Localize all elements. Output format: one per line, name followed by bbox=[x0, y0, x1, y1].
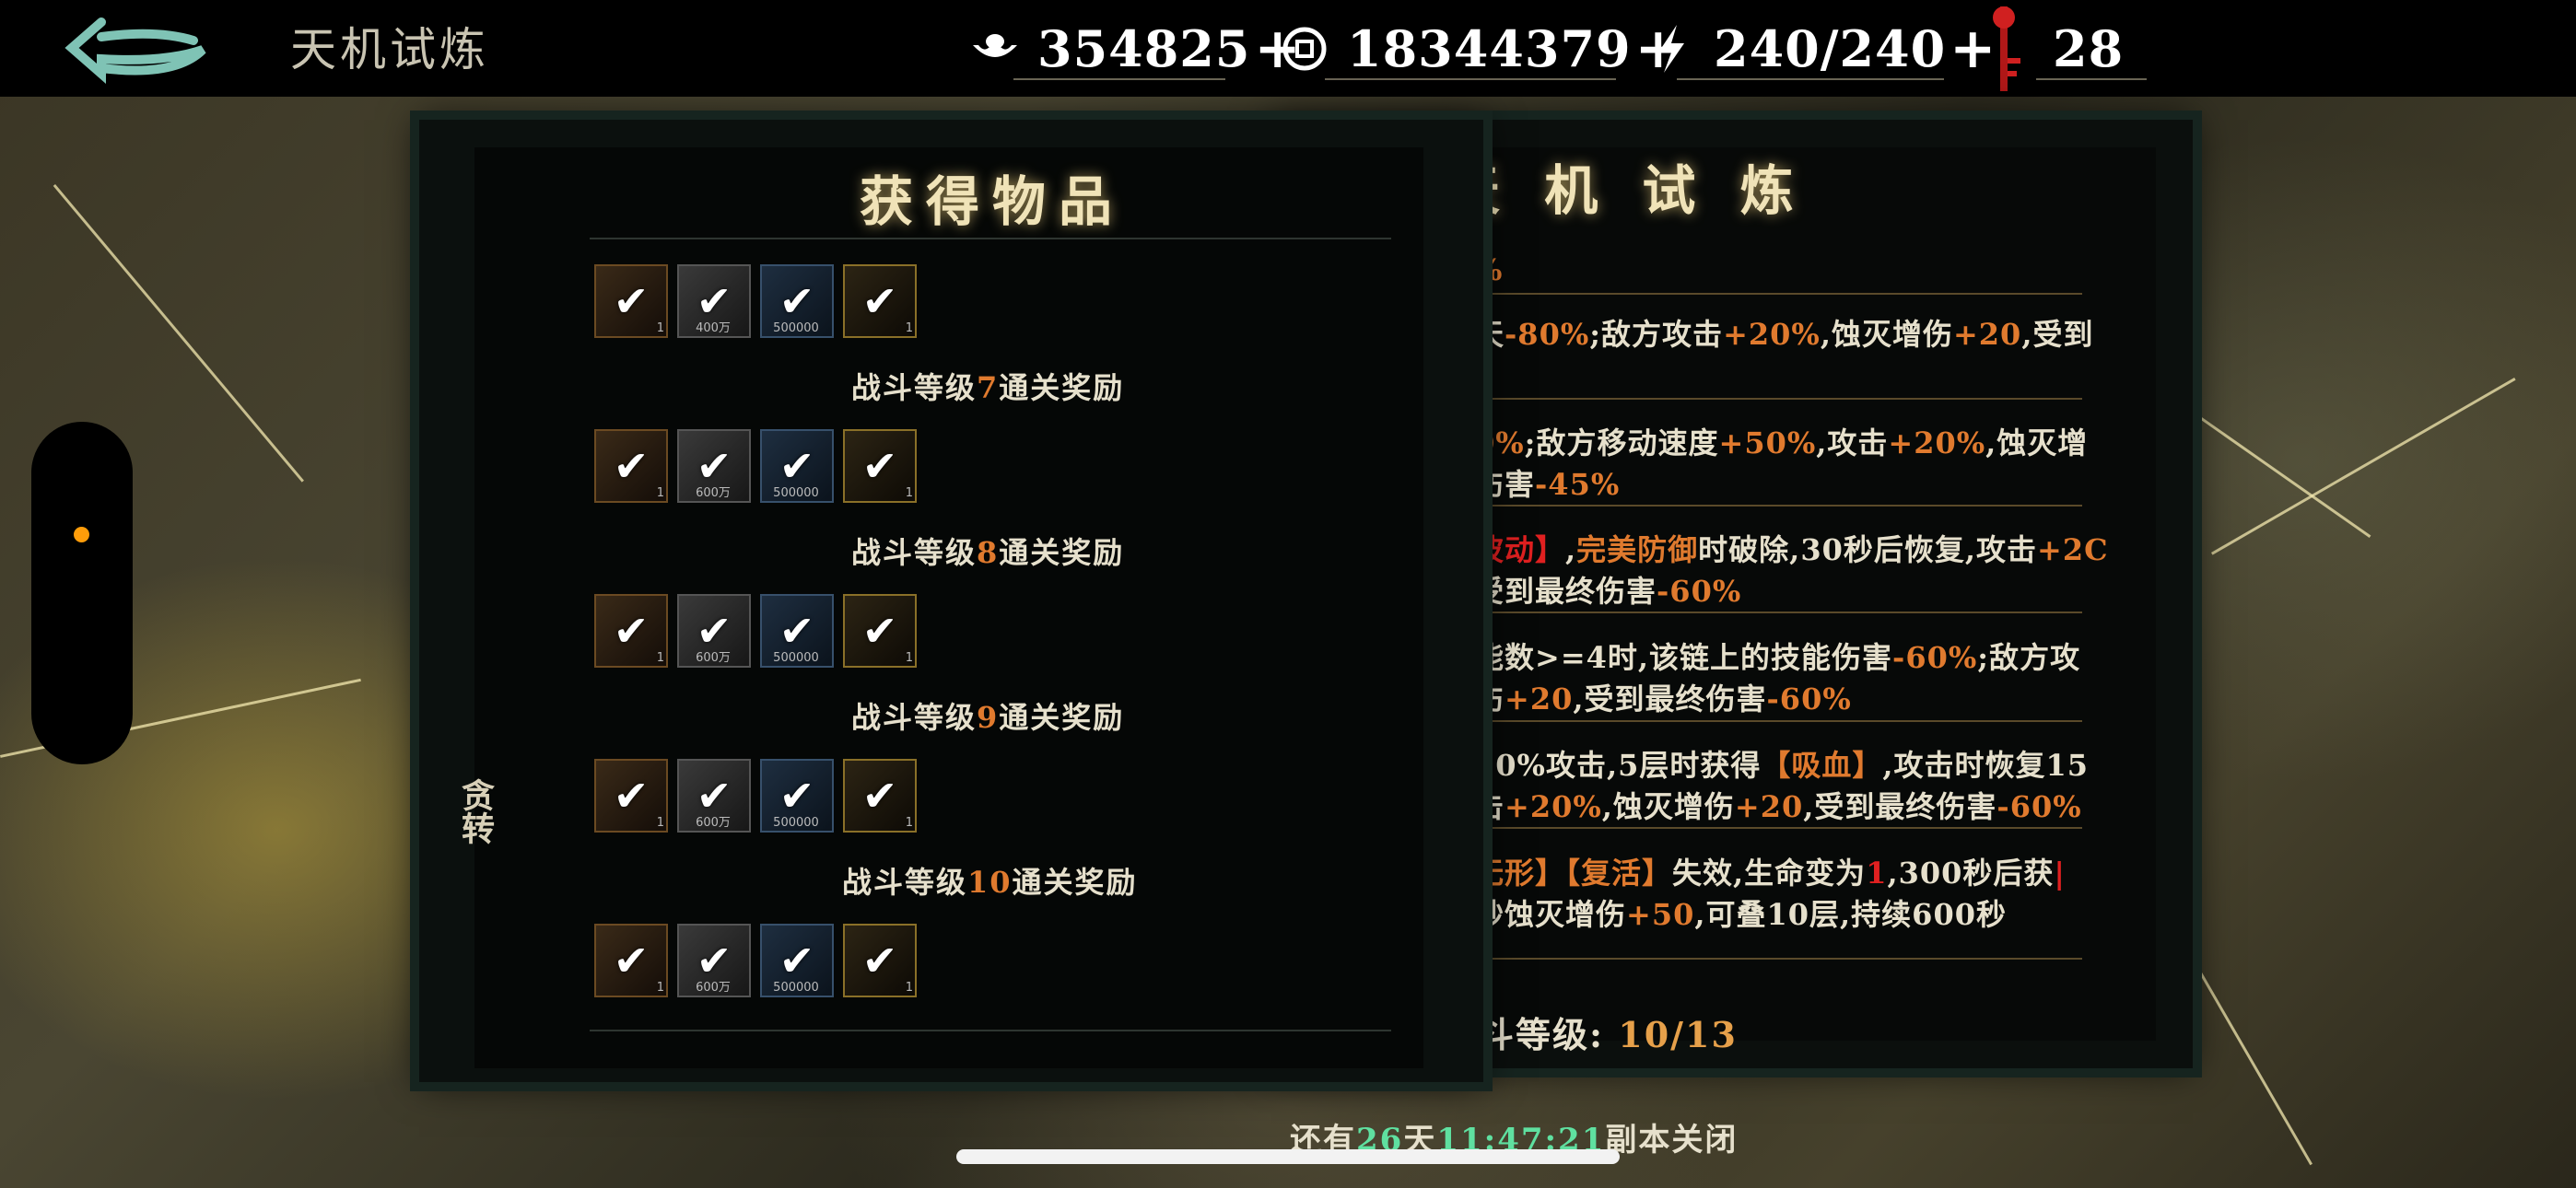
reward-item[interactable]: ✔ 500000 bbox=[760, 264, 834, 338]
check-icon: ✔ bbox=[696, 441, 732, 491]
back-arrow-icon bbox=[64, 17, 206, 85]
trial-rule-text: 无形】【复活】失效,生命变为1,300秒后获| bbox=[1474, 856, 2067, 891]
reward-group-label: 战斗等级8通关奖励 bbox=[851, 535, 1125, 570]
check-icon: ✔ bbox=[861, 936, 898, 985]
reward-item[interactable]: ✔ 1 bbox=[594, 429, 668, 503]
battle-level: 斗等级: 10/13 bbox=[1479, 1014, 1738, 1055]
reward-item[interactable]: ✔ 600万 bbox=[677, 759, 751, 833]
trial-rule-text: 天-80%;敌方攻击+20%,蚀灭增伤+20,受到 bbox=[1474, 317, 2094, 352]
divider bbox=[1325, 78, 1616, 80]
divider bbox=[2036, 78, 2147, 80]
check-icon: ✔ bbox=[696, 606, 732, 656]
key-value: 28 bbox=[2053, 19, 2125, 78]
reward-item[interactable]: ✔ 400万 bbox=[677, 264, 751, 338]
reward-item-row: ✔ 1 ✔ 600万 ✔ 500000 ✔ 1 bbox=[594, 594, 917, 668]
check-icon: ✔ bbox=[696, 771, 732, 821]
reward-item[interactable]: ✔ 1 bbox=[843, 594, 917, 668]
reward-item-row: ✔ 1 ✔ 600万 ✔ 500000 ✔ 1 bbox=[594, 924, 917, 997]
reward-item[interactable]: ✔ 1 bbox=[594, 264, 668, 338]
check-icon: ✔ bbox=[779, 606, 815, 656]
reward-item[interactable]: ✔ 1 bbox=[843, 429, 917, 503]
check-icon: ✔ bbox=[613, 441, 650, 491]
page-title: 天机试炼 bbox=[290, 23, 489, 76]
divider bbox=[1474, 958, 2082, 960]
trial-rule-text: 20%攻击,5层时获得【吸血】,攻击时恢复15 bbox=[1474, 748, 2090, 783]
reward-item-row: ✔ 1 ✔ 600万 ✔ 500000 ✔ 1 bbox=[594, 429, 917, 503]
reward-item[interactable]: ✔ 1 bbox=[843, 759, 917, 833]
indicator-dot-icon bbox=[74, 527, 89, 542]
reward-item[interactable]: ✔ 600万 bbox=[677, 924, 751, 997]
reward-group-label: 战斗等级7通关奖励 bbox=[851, 370, 1125, 405]
check-icon: ✔ bbox=[861, 771, 898, 821]
reward-group-label: 战斗等级10通关奖励 bbox=[842, 865, 1138, 900]
trial-panel-title: 天 机 试 炼 bbox=[1446, 159, 1807, 222]
side-assistive-pill[interactable] bbox=[31, 422, 133, 764]
reward-group-label: 战斗等级9通关奖励 bbox=[851, 700, 1125, 735]
divider bbox=[1474, 720, 2082, 722]
reward-item-row: ✔ 1 ✔ 600万 ✔ 500000 ✔ 1 bbox=[594, 759, 917, 833]
trial-rule-text: 伤害-45% bbox=[1474, 467, 1621, 502]
silver-ingot-icon bbox=[969, 23, 1021, 75]
back-button[interactable] bbox=[64, 13, 212, 87]
silver-resource[interactable]: 354825 + bbox=[969, 17, 1301, 81]
reward-item[interactable]: ✔ 500000 bbox=[760, 594, 834, 668]
divider bbox=[1677, 78, 1944, 80]
rewards-panel bbox=[419, 120, 1483, 1082]
red-key-icon bbox=[1972, 3, 2036, 95]
reward-item[interactable]: ✔ 1 bbox=[594, 924, 668, 997]
energy-bolt-icon bbox=[1645, 23, 1697, 75]
check-icon: ✔ bbox=[613, 276, 650, 326]
reward-item[interactable]: ✔ 500000 bbox=[760, 759, 834, 833]
silver-value: 354825 bbox=[1037, 19, 1251, 78]
reward-item[interactable]: ✔ 1 bbox=[843, 924, 917, 997]
coin-value: 18344379 bbox=[1347, 19, 1632, 78]
divider bbox=[1474, 293, 2082, 295]
reward-item[interactable]: ✔ 1 bbox=[843, 264, 917, 338]
reward-item[interactable]: ✔ 1 bbox=[594, 594, 668, 668]
check-icon: ✔ bbox=[613, 936, 650, 985]
divider bbox=[1013, 78, 1225, 80]
trial-rule-text: 受到最终伤害-60% bbox=[1474, 574, 1742, 609]
copper-coin-icon bbox=[1279, 23, 1330, 75]
energy-value: 240/240 bbox=[1714, 19, 1947, 78]
top-bar: 天机试炼 354825 + 18344379 + 240/240 + 28 bbox=[0, 0, 2576, 97]
reward-item[interactable]: ✔ 600万 bbox=[677, 429, 751, 503]
trial-rule-text: 0%;敌方移动速度+50%,攻击+20%,蚀灭增 bbox=[1474, 425, 2089, 460]
home-indicator[interactable] bbox=[956, 1149, 1620, 1164]
check-icon: ✔ bbox=[779, 771, 815, 821]
trial-rule-text: 伤+20,受到最终伤害-60% bbox=[1474, 681, 1852, 716]
check-icon: ✔ bbox=[779, 276, 815, 326]
trial-rule-text: 波动】,完美防御时破除,30秒后恢复,攻击+2C bbox=[1474, 532, 2109, 567]
divider bbox=[590, 238, 1391, 239]
check-icon: ✔ bbox=[861, 441, 898, 491]
check-icon: ✔ bbox=[861, 276, 898, 326]
reward-item[interactable]: ✔ 1 bbox=[594, 759, 668, 833]
check-icon: ✔ bbox=[613, 606, 650, 656]
rewards-panel-title: 获得物品 bbox=[860, 170, 1126, 233]
check-icon: ✔ bbox=[861, 606, 898, 656]
energy-resource[interactable]: 240/240 + bbox=[1645, 17, 1996, 81]
reward-item[interactable]: ✔ 500000 bbox=[760, 924, 834, 997]
reward-item[interactable]: ✔ 600万 bbox=[677, 594, 751, 668]
divider bbox=[1474, 398, 2082, 400]
reward-item[interactable]: ✔ 500000 bbox=[760, 429, 834, 503]
check-icon: ✔ bbox=[696, 936, 732, 985]
partial-text: 贪转 bbox=[456, 778, 495, 844]
coin-resource[interactable]: 18344379 + bbox=[1279, 17, 1681, 81]
trial-rule-text: 击+20%,蚀灭增伤+20,受到最终伤害-60% bbox=[1474, 789, 2082, 824]
check-icon: ✔ bbox=[779, 936, 815, 985]
check-icon: ✔ bbox=[613, 771, 650, 821]
trial-rule-text: 能数>=4时,该链上的技能伤害-60%;敌方攻 bbox=[1474, 640, 2081, 675]
reward-item-row: ✔ 1 ✔ 400万 ✔ 500000 ✔ 1 bbox=[594, 264, 917, 338]
check-icon: ✔ bbox=[696, 276, 732, 326]
key-resource[interactable]: 28 bbox=[1972, 6, 2125, 91]
trial-rule-text: 秒蚀灭增伤+50,可叠10层,持续600秒 bbox=[1474, 897, 2007, 932]
divider bbox=[590, 1030, 1391, 1031]
check-icon: ✔ bbox=[779, 441, 815, 491]
